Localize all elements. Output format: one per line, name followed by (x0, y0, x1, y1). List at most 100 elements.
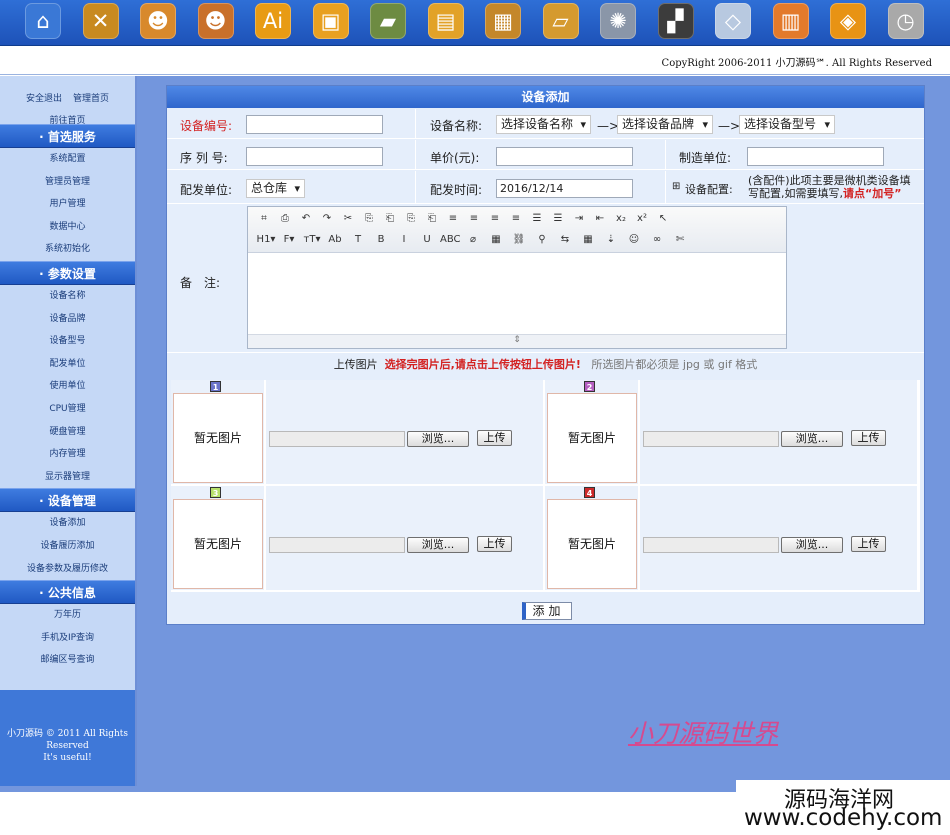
price-input[interactable] (496, 147, 633, 166)
editor-tool-button[interactable]: B (371, 232, 391, 248)
upload-button[interactable]: 上传 (477, 536, 512, 552)
brand-select[interactable]: 选择设备品牌 (617, 115, 713, 134)
tools-icon[interactable]: ✕ (82, 3, 119, 39)
editor-tool-button[interactable]: ⌀ (463, 232, 483, 248)
ai-icon[interactable]: Ai (255, 3, 291, 39)
config-expand-icon[interactable]: ⊞ (672, 181, 680, 192)
sidebar-item[interactable]: 手机及IP查询 (0, 627, 135, 650)
clock-icon[interactable]: ◷ (887, 3, 924, 39)
sidebar-item[interactable]: 设备参数及履历修改 (0, 558, 135, 581)
sidebar-section-header[interactable]: · 参数设置 (0, 260, 135, 285)
editor-tool-button[interactable]: ≡ (445, 211, 461, 227)
editor-tool-button[interactable]: ⎘ (361, 211, 377, 227)
sidebar-item[interactable]: 系统配置 (0, 148, 135, 171)
add-button[interactable]: 添加 (522, 602, 572, 620)
maker-input[interactable] (747, 147, 884, 166)
editor-tool-button[interactable]: ∞ (647, 232, 667, 248)
sidebar-item[interactable]: 数据中心 (0, 216, 135, 239)
sidebar-item[interactable]: 设备品牌 (0, 308, 135, 331)
user-icon[interactable]: ☻ (140, 3, 176, 39)
editor-tool-button[interactable]: ⌗ (256, 211, 272, 227)
sidebar-item[interactable]: CPU管理 (0, 398, 135, 421)
file-path-input[interactable] (643, 431, 779, 447)
dispatch-time-input[interactable]: 2016/12/14 (496, 179, 633, 198)
editor-tool-button[interactable]: ↖ (655, 211, 671, 227)
editor-tool-button[interactable]: ▦ (578, 232, 598, 248)
editor-tool-button[interactable]: ⇆ (555, 232, 575, 248)
settings-icon[interactable]: ✺ (600, 3, 636, 39)
browse-button[interactable]: 浏览... (407, 431, 469, 447)
editor-tool-button[interactable]: ✂ (340, 211, 356, 227)
upload-button[interactable]: 上传 (477, 430, 512, 446)
editor-tool-button[interactable]: H1▾ (256, 232, 276, 248)
editor-tool-button[interactable]: ≡ (466, 211, 482, 227)
browse-button[interactable]: 浏览... (407, 537, 469, 553)
browse-button[interactable]: 浏览... (781, 537, 843, 553)
admin-home-link[interactable]: 管理首页 (73, 94, 109, 104)
editor-tool-button[interactable]: ⇥ (571, 211, 587, 227)
users-icon[interactable]: ☻ (197, 3, 234, 39)
calendar-icon[interactable]: ▥ (772, 3, 809, 39)
sidebar-section-header[interactable]: · 设备管理 (0, 488, 135, 513)
editor-tool-button[interactable]: ⎗ (382, 211, 398, 227)
sidebar-item[interactable]: 设备名称 (0, 285, 135, 308)
editor-content-area[interactable] (248, 253, 786, 335)
editor-tool-button[interactable]: ⚲ (532, 232, 552, 248)
serial-input[interactable] (246, 147, 383, 166)
upload-button[interactable]: 上传 (851, 536, 886, 552)
editor-tool-button[interactable]: ≡ (508, 211, 524, 227)
model-select[interactable]: 选择设备型号 (739, 115, 835, 134)
graphics-card-icon[interactable]: ▱ (542, 3, 579, 39)
browse-button[interactable]: 浏览... (781, 431, 843, 447)
editor-tool-button[interactable]: ABC (440, 232, 461, 248)
device-name-select[interactable]: 选择设备名称 (496, 115, 591, 134)
sidebar-item[interactable]: 设备履历添加 (0, 535, 135, 558)
editor-tool-button[interactable]: ☰ (550, 211, 566, 227)
editor-tool-button[interactable]: ☺ (624, 232, 644, 248)
file-path-input[interactable] (643, 537, 779, 553)
editor-tool-button[interactable]: ✄ (670, 232, 690, 248)
editor-tool-button[interactable]: ⎗ (424, 211, 440, 227)
editor-tool-button[interactable]: ⎘ (403, 211, 419, 227)
sidebar-item[interactable]: 配发单位 (0, 353, 135, 376)
harddisk-icon[interactable]: ▤ (427, 3, 464, 39)
editor-tool-button[interactable]: ⇣ (601, 232, 621, 248)
sidebar-item[interactable]: 邮编区号查询 (0, 649, 135, 672)
sidebar-section-header[interactable]: · 首选服务 (0, 124, 135, 148)
package-icon[interactable]: ◇ (715, 3, 751, 39)
sidebar-item[interactable]: 硬盘管理 (0, 421, 135, 444)
sidebar-item[interactable]: 显示器管理 (0, 466, 135, 489)
editor-tool-button[interactable]: ⇤ (592, 211, 608, 227)
dispatch-unit-select[interactable]: 总仓库 (246, 179, 305, 198)
editor-tool-button[interactable]: Ab (325, 232, 345, 248)
editor-tool-button[interactable]: U (417, 232, 437, 248)
briefcase-icon[interactable]: ▣ (312, 3, 349, 39)
memory-icon[interactable]: ▰ (370, 3, 406, 39)
sidebar-item[interactable]: 内存管理 (0, 443, 135, 466)
editor-tool-button[interactable]: ☰ (529, 211, 545, 227)
editor-tool-button[interactable]: тT▾ (302, 232, 322, 248)
editor-tool-button[interactable]: ↷ (319, 211, 335, 227)
upload-button[interactable]: 上传 (851, 430, 886, 446)
editor-tool-button[interactable]: x² (634, 211, 650, 227)
sidebar-item[interactable]: 设备型号 (0, 330, 135, 353)
sidebar-item[interactable]: 用户管理 (0, 193, 135, 216)
remark-editor[interactable]: ⌗ ⎙ ↶ ↷ ✂ ⎘ ⎗ ⎘ ⎗ ≡ ≡ ≡ ≡ ☰ ☰ ⇥ ⇤ x₂ x² ↖ H1▾ F▾ тT▾ Ab T B I U ABC ⌀… (247, 206, 787, 349)
editor-tool-button[interactable]: ↶ (298, 211, 314, 227)
chip-icon[interactable]: ▦ (485, 3, 521, 39)
sidebar-item[interactable]: 系统初始化 (0, 238, 135, 261)
editor-tool-button[interactable]: ⎙ (277, 211, 293, 227)
logout-link[interactable]: 安全退出 (26, 94, 62, 104)
editor-tool-button[interactable]: x₂ (613, 211, 629, 227)
file-path-input[interactable] (269, 537, 405, 553)
tag-icon[interactable]: ◈ (830, 3, 866, 39)
editor-tool-button[interactable]: ⛓ (509, 232, 529, 248)
file-path-input[interactable] (269, 431, 405, 447)
editor-tool-button[interactable]: ≡ (487, 211, 503, 227)
sidebar-item[interactable]: 管理员管理 (0, 171, 135, 194)
editor-tool-button[interactable]: I (394, 232, 414, 248)
editor-tool-button[interactable]: T (348, 232, 368, 248)
device-code-input[interactable] (246, 115, 383, 134)
sidebar-section-header[interactable]: · 公共信息 (0, 580, 135, 605)
sidebar-item[interactable]: 万年历 (0, 604, 135, 627)
